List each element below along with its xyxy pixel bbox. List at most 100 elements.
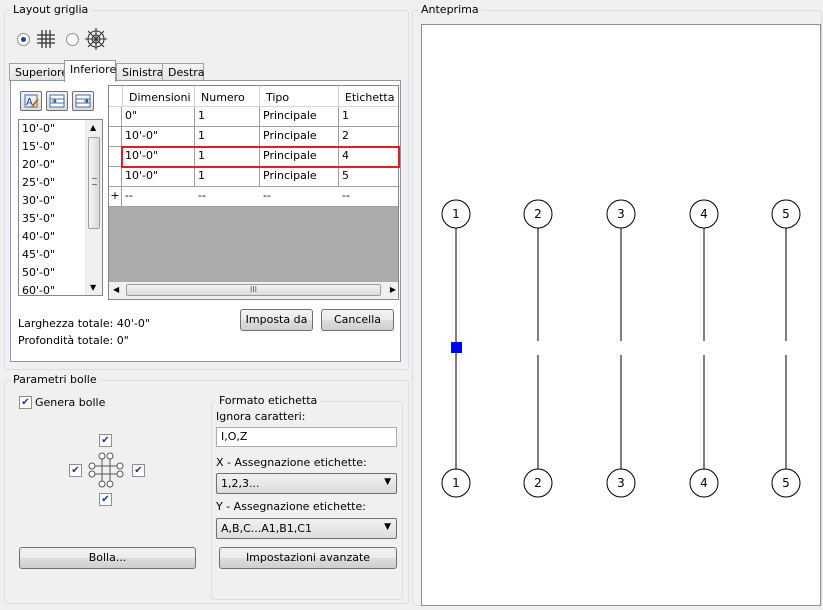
bubble-label: 1: [452, 476, 460, 490]
list-item[interactable]: 25'-0": [22, 174, 55, 191]
tab-destra[interactable]: Destra: [162, 63, 205, 81]
bubble-button-label: Bolla...: [88, 551, 127, 564]
layout-group-title: Layout griglia: [10, 3, 92, 16]
list-item[interactable]: 40'-0": [22, 228, 55, 245]
scroll-thumb[interactable]: III: [126, 284, 381, 296]
bubble-label: 2: [534, 207, 542, 221]
table-cell[interactable]: Principale: [260, 107, 339, 127]
list-item[interactable]: 10'-0": [22, 120, 55, 137]
rectangular-grid-radio[interactable]: [17, 33, 30, 46]
list-item[interactable]: 15'-0": [22, 138, 55, 155]
rectangular-grid-icon: [35, 28, 57, 53]
bubble-position-icon: [87, 451, 125, 492]
new-row-marker[interactable]: +: [109, 187, 122, 207]
scroll-left-icon[interactable]: ◀: [113, 285, 119, 294]
row-highlight: [121, 146, 400, 168]
list-item[interactable]: 35'-0": [22, 210, 55, 227]
advanced-settings-label: Impostazioni avanzate: [245, 551, 371, 564]
ignore-chars-label: Ignora caratteri:: [216, 410, 306, 423]
column-header-tipo[interactable]: Tipo: [260, 86, 339, 107]
list-item[interactable]: 50'-0": [22, 264, 55, 281]
list-item[interactable]: 60'-0": [22, 282, 55, 299]
list-vertical-scrollbar[interactable]: ▲ ▼: [85, 120, 102, 295]
edit-style-button[interactable]: A: [20, 91, 42, 111]
scroll-up-icon[interactable]: ▲: [90, 123, 96, 132]
bubble-label: 3: [617, 476, 625, 490]
list-item[interactable]: 45'-0": [22, 246, 55, 263]
table-cell[interactable]: 0": [122, 107, 195, 127]
bottom-bubble-checkbox[interactable]: ✔: [99, 493, 112, 506]
table-cell[interactable]: 1: [195, 107, 260, 127]
delete-button[interactable]: Cancella: [321, 309, 394, 331]
tab-inferiore[interactable]: Inferiore: [64, 60, 116, 82]
row-header[interactable]: [109, 127, 122, 147]
table-corner: [109, 86, 123, 107]
total-depth-text: Profondità totale: 0": [18, 334, 129, 347]
row-header[interactable]: [109, 167, 122, 187]
ignore-chars-input[interactable]: I,O,Z: [216, 427, 397, 447]
dropdown-arrow-icon: ▼: [384, 522, 391, 532]
bubble-label: 2: [534, 476, 542, 490]
set-from-label: Imposta da: [245, 313, 308, 326]
insert-row-button[interactable]: [46, 91, 68, 111]
bubbles-group-title: Parametri bolle: [10, 373, 100, 386]
bubble-label: 3: [617, 207, 625, 221]
generate-bubbles-checkbox[interactable]: ✔: [19, 396, 32, 409]
table-horizontal-scrollbar[interactable]: ◀ III ▶: [109, 282, 398, 299]
pencil-icon: A: [23, 93, 39, 112]
column-header-numero[interactable]: Numero: [195, 86, 260, 107]
tab-superiore[interactable]: Superiore: [9, 63, 68, 81]
label-format-title: Formato etichetta: [216, 394, 321, 407]
table-cell[interactable]: 1: [195, 167, 260, 187]
scroll-down-icon[interactable]: ▼: [90, 283, 96, 292]
delete-row-button[interactable]: [72, 91, 94, 111]
table-cell[interactable]: 2: [339, 127, 398, 147]
table-cell[interactable]: 10'-0": [122, 167, 195, 187]
new-row-cell[interactable]: --: [195, 187, 260, 207]
delete-label: Cancella: [333, 313, 382, 326]
table-cell[interactable]: Principale: [260, 127, 339, 147]
scroll-thumb[interactable]: [88, 137, 100, 229]
set-from-button[interactable]: Imposta da: [240, 309, 313, 331]
table-cell[interactable]: 1: [195, 127, 260, 147]
table-cell[interactable]: Principale: [260, 167, 339, 187]
table-cell[interactable]: 10'-0": [122, 127, 195, 147]
top-bubble-checkbox[interactable]: ✔: [99, 434, 112, 447]
grip-icon: [92, 178, 97, 185]
table-cell[interactable]: 1: [339, 107, 398, 127]
y-assignment-label: Y - Assegnazione etichette:: [216, 500, 366, 513]
x-assignment-select[interactable]: 1,2,3... ▼: [216, 473, 397, 494]
list-item[interactable]: 30'-0": [22, 192, 55, 209]
scroll-right-icon[interactable]: ▶: [390, 285, 396, 294]
right-bubble-checkbox[interactable]: ✔: [132, 464, 145, 477]
new-row-cell[interactable]: --: [122, 187, 195, 207]
table-cell[interactable]: 5: [339, 167, 398, 187]
dimensions-table[interactable]: Dimensioni Numero Tipo Etichetta 0" 1 Pr…: [108, 85, 399, 300]
row-header[interactable]: [109, 107, 122, 127]
y-assignment-select[interactable]: A,B,C...A1,B1,C1 ▼: [216, 518, 397, 539]
advanced-settings-button[interactable]: Impostazioni avanzate: [219, 547, 397, 569]
x-assignment-value: 1,2,3...: [221, 477, 260, 490]
insert-row-icon: [49, 93, 65, 112]
dimension-list[interactable]: 10'-0" 15'-0" 20'-0" 25'-0" 30'-0" 35'-0…: [18, 119, 103, 299]
generate-bubbles-label: Genera bolle: [35, 396, 106, 409]
bubble-label: 1: [452, 207, 460, 221]
radial-grid-radio[interactable]: [66, 33, 79, 46]
preview-canvas: 1 2 3 4 5 1 2 3 4 5: [421, 24, 821, 606]
left-bubble-checkbox[interactable]: ✔: [69, 464, 82, 477]
column-header-etichetta[interactable]: Etichetta: [339, 86, 398, 107]
radial-grid-icon: [84, 27, 108, 54]
column-header-dimensioni[interactable]: Dimensioni: [123, 86, 195, 107]
new-row-cell[interactable]: --: [260, 187, 339, 207]
grip-icon: III: [249, 285, 258, 294]
preview-title: Anteprima: [418, 3, 482, 16]
grid-preview: 1 2 3 4 5 1 2 3 4 5: [441, 199, 801, 498]
bubble-label: 5: [782, 207, 790, 221]
tab-sinistra[interactable]: Sinistra: [116, 63, 163, 81]
list-item[interactable]: 20'-0": [22, 156, 55, 173]
bubble-label: 4: [700, 476, 708, 490]
bubble-button[interactable]: Bolla...: [19, 547, 196, 569]
total-width-text: Larghezza totale: 40'-0": [18, 317, 150, 330]
dropdown-arrow-icon: ▼: [384, 477, 391, 487]
new-row-cell[interactable]: --: [339, 187, 398, 207]
